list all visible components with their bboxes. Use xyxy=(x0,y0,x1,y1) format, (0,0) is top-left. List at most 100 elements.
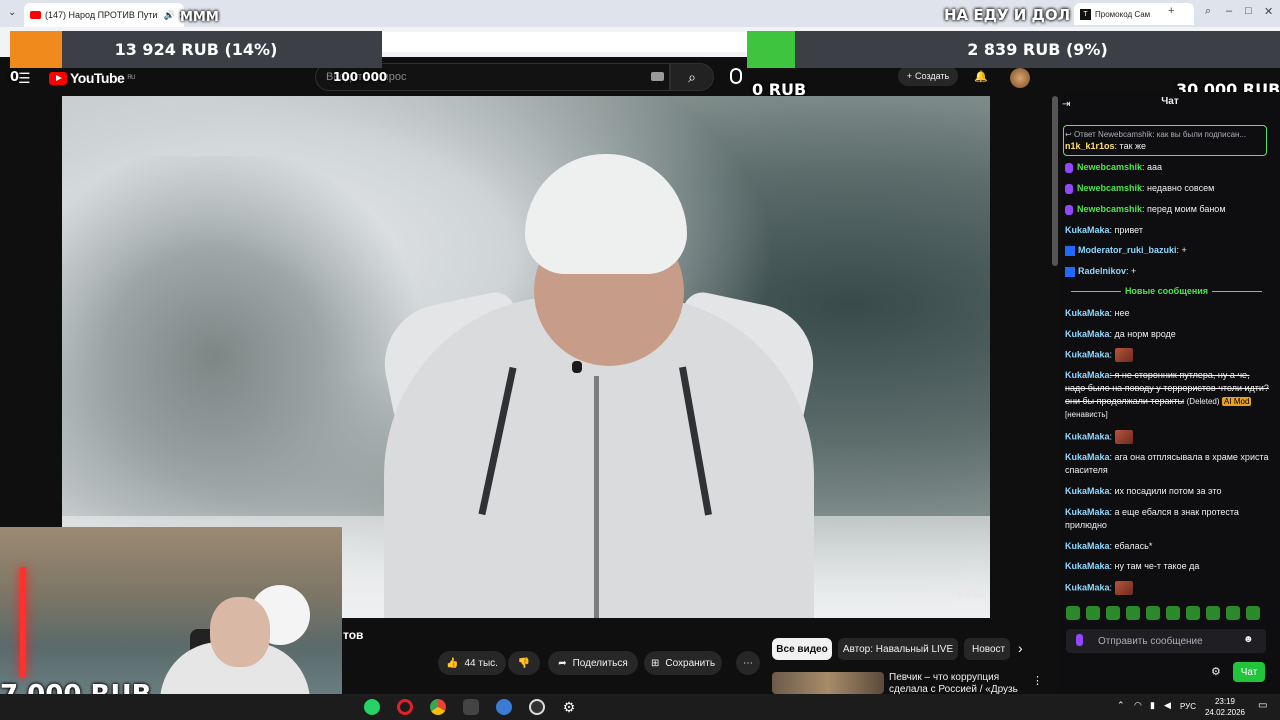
chat-nick[interactable]: n1k_k1r1os xyxy=(1065,141,1115,151)
emote-icon[interactable] xyxy=(1086,606,1100,620)
chat-message: Moderator_ruki_bazuki: + xyxy=(1065,244,1270,257)
chat-nick[interactable]: Radelnikov xyxy=(1078,266,1126,276)
whatsapp-icon[interactable] xyxy=(364,699,380,715)
emote-icon[interactable] xyxy=(1106,606,1120,620)
emote-icon[interactable] xyxy=(1246,606,1260,620)
chat-nick[interactable]: KukaMaka xyxy=(1065,541,1110,551)
chat-nick[interactable]: KukaMaka xyxy=(1065,349,1110,359)
chat-nick[interactable]: KukaMaka xyxy=(1065,486,1110,496)
chat-settings-icon[interactable]: ⚙ xyxy=(1211,665,1221,678)
settings-icon[interactable]: ⚙ xyxy=(561,699,577,715)
emoji-picker-icon[interactable]: ☻ xyxy=(1243,634,1254,645)
obs-icon[interactable] xyxy=(529,699,545,715)
tab-active-title: (147) Народ ПРОТИВ Пути xyxy=(45,10,158,20)
like-button[interactable]: 👍 44 тыс. xyxy=(438,651,506,675)
voice-search-icon[interactable] xyxy=(730,68,742,84)
chat-text: : недавно совсем xyxy=(1142,183,1215,193)
youtube-logo[interactable]: YouTube RU xyxy=(49,70,135,86)
keyboard-icon[interactable] xyxy=(651,72,664,81)
share-button[interactable]: ➦ Поделиться xyxy=(548,651,638,675)
chat-input[interactable]: Отправить сообщение xyxy=(1066,629,1266,653)
chat-message: Newebcamshik: недавно совсем xyxy=(1065,182,1270,195)
chat-nick[interactable]: KukaMaka xyxy=(1065,452,1110,462)
emote-icon[interactable] xyxy=(1186,606,1200,620)
chat-nick[interactable]: Newebcamshik xyxy=(1077,204,1142,214)
chip-all-videos[interactable]: Все видео xyxy=(772,638,832,660)
search-tabs-icon[interactable]: ⌕ xyxy=(1205,5,1211,18)
emote-icon[interactable] xyxy=(1126,606,1140,620)
notifications-icon[interactable]: 🔔 xyxy=(974,70,988,83)
chip-next-icon[interactable]: › xyxy=(1018,640,1023,656)
page-scrollbar[interactable] xyxy=(1052,96,1058,266)
keyboard-language[interactable]: РУС xyxy=(1180,702,1196,711)
chat-nick[interactable]: Newebcamshik xyxy=(1077,183,1142,193)
gamepad-icon[interactable] xyxy=(463,699,479,715)
emote-icon[interactable] xyxy=(1146,606,1160,620)
emote-icon[interactable] xyxy=(1206,606,1220,620)
save-button[interactable]: ⊞ Сохранить xyxy=(644,651,722,675)
emote-icon[interactable] xyxy=(1226,606,1240,620)
maximize-icon[interactable]: □ xyxy=(1245,5,1252,17)
search-button[interactable]: ⌕ xyxy=(670,63,714,91)
webcam-overlay xyxy=(0,527,342,697)
close-window-icon[interactable]: ✕ xyxy=(1264,5,1273,18)
opera-icon[interactable] xyxy=(397,699,413,715)
speaker-icon[interactable]: 🔊 xyxy=(163,10,174,21)
chip-news[interactable]: Новост xyxy=(964,638,1010,660)
tray-chevron-icon[interactable]: ⌃ xyxy=(1117,700,1125,711)
create-button[interactable]: + Создать xyxy=(898,66,958,86)
webcam-head xyxy=(210,597,270,667)
more-actions-button[interactable]: ⋯ xyxy=(736,651,760,675)
chat-message: KukaMaka: xyxy=(1065,581,1270,595)
emote-icon[interactable] xyxy=(1114,430,1133,444)
volume-icon[interactable]: ◀ xyxy=(1164,700,1171,711)
menu-icon[interactable]: ☰ xyxy=(18,70,31,87)
chat-text: : перед моим баном xyxy=(1142,204,1226,214)
chat-nick[interactable]: KukaMaka xyxy=(1065,370,1110,380)
chat-message: KukaMaka: нее xyxy=(1065,307,1270,320)
emote-icon[interactable] xyxy=(1114,581,1133,595)
tab-right[interactable]: T Промокод Сам xyxy=(1074,3,1194,25)
chat-nick[interactable]: KukaMaka xyxy=(1065,582,1110,592)
minimize-icon[interactable]: – xyxy=(1226,5,1232,17)
chip-author[interactable]: Автор: Навальный LIVE xyxy=(838,638,958,660)
chat-nick[interactable]: Newebcamshik xyxy=(1077,162,1142,172)
emote-icon[interactable] xyxy=(1066,606,1080,620)
chrome-icon[interactable] xyxy=(430,699,446,715)
chat-text: : xyxy=(1109,431,1113,442)
new-tab-icon[interactable]: + xyxy=(1168,5,1174,17)
search-icon: ⌕ xyxy=(688,68,696,85)
avatar[interactable] xyxy=(1010,68,1030,88)
taskbar-clock[interactable]: 23:19 24.02.2026 xyxy=(1200,696,1250,718)
emote-icon[interactable] xyxy=(1114,348,1133,362)
share-label: Поделиться xyxy=(572,657,628,669)
deleted-tag: (Deleted) xyxy=(1186,397,1220,406)
chat-mic-icon[interactable] xyxy=(1076,634,1083,646)
notifications-tray-icon[interactable]: ▭ xyxy=(1258,700,1267,711)
chat-nick[interactable]: KukaMaka xyxy=(1065,507,1110,517)
webcam-red-light xyxy=(20,567,26,677)
donation-left-fill xyxy=(10,31,62,68)
tab-active[interactable]: (147) Народ ПРОТИВ Пути 🔊 ✕ xyxy=(24,3,184,27)
recommended-thumbnail[interactable] xyxy=(772,672,884,694)
chat-nick[interactable]: KukaMaka xyxy=(1065,561,1110,571)
chat-nick[interactable]: Moderator_ruki_bazuki xyxy=(1078,245,1177,255)
reply-header-text: Ответ Newebcamshik: как вы были подписан… xyxy=(1073,130,1247,139)
chat-nick[interactable]: KukaMaka xyxy=(1065,329,1110,339)
chat-nick[interactable]: KukaMaka xyxy=(1065,225,1110,235)
chat-message: KukaMaka: xyxy=(1065,348,1270,362)
chat-send-button[interactable]: Чат xyxy=(1233,662,1265,682)
wifi-icon[interactable]: ◠ xyxy=(1134,700,1142,711)
emote-icon[interactable] xyxy=(1166,606,1180,620)
chat-nick[interactable]: KukaMaka xyxy=(1065,308,1110,318)
recommended-menu-icon[interactable]: ⋮ xyxy=(1032,674,1043,687)
donation-right-label: 2 839 RUB (9%) xyxy=(967,40,1108,59)
tab-list-chevron-icon[interactable]: ⌄ xyxy=(8,7,16,18)
app-icon[interactable] xyxy=(496,699,512,715)
recommended-title[interactable]: Певчик – что коррупция сделала с Россией… xyxy=(889,672,1029,694)
dislike-button[interactable]: 👎 xyxy=(508,651,540,675)
mic-tray-icon[interactable]: ▮ xyxy=(1150,700,1155,711)
youtube-logo-text: YouTube xyxy=(70,70,125,86)
chat-nick[interactable]: KukaMaka xyxy=(1065,431,1110,441)
chat-text: : их посадили потом за это xyxy=(1109,486,1222,496)
